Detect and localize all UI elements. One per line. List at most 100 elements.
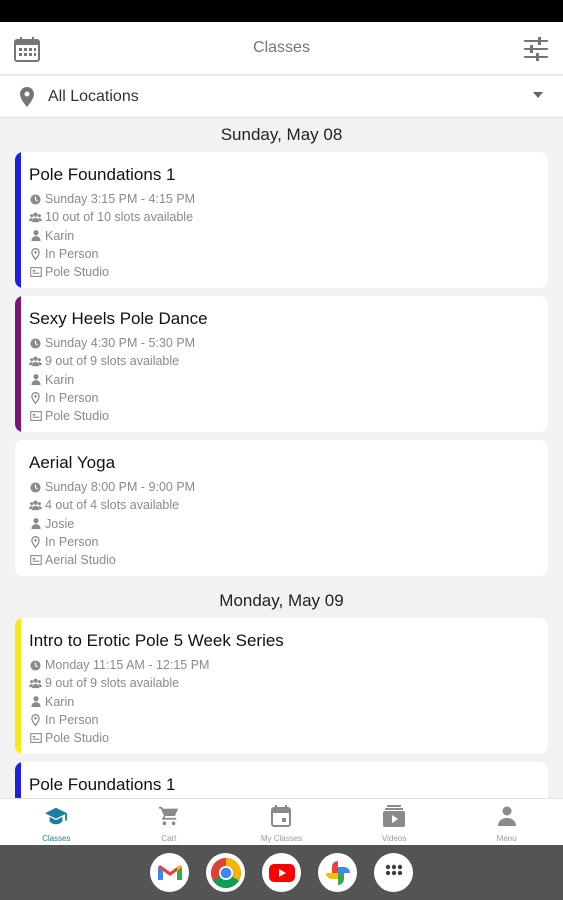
class-name: Pole Foundations 1 [29, 165, 176, 184]
class-room: Pole Studio [45, 265, 109, 280]
calendar-icon [270, 805, 292, 827]
calendar-icon[interactable] [12, 34, 42, 64]
class-name: Sexy Heels Pole Dance [29, 309, 208, 328]
clock-icon [29, 659, 42, 672]
location-pin-icon [29, 714, 42, 727]
users-icon [29, 499, 42, 512]
users-icon [29, 211, 42, 224]
class-name: Intro to Erotic Pole 5 Week Series [29, 631, 284, 650]
class-card[interactable]: Pole Foundations 1 [15, 762, 548, 798]
app-drawer-icon[interactable] [374, 853, 413, 892]
class-card[interactable]: Sexy Heels Pole Dance Sunday 4:30 PM - 5:… [15, 296, 548, 432]
chrome-icon[interactable] [206, 853, 245, 892]
class-instructor-row: Karin [29, 371, 548, 389]
class-slots: 9 out of 9 slots available [45, 354, 180, 369]
chevron-down-icon [533, 92, 543, 98]
class-slots: 9 out of 9 slots available [45, 676, 180, 691]
nav-label: Menu [496, 834, 517, 843]
class-time: Monday 11:15 AM - 12:15 PM [45, 658, 210, 673]
class-card[interactable]: Pole Foundations 1 Sunday 3:15 PM - 4:15 … [15, 152, 548, 288]
class-room-row: Pole Studio [29, 263, 548, 281]
class-time: Sunday 3:15 PM - 4:15 PM [45, 192, 196, 207]
user-icon [29, 517, 42, 530]
nav-label: Classes [42, 834, 71, 843]
clock-icon [29, 337, 42, 350]
clock-icon [29, 193, 42, 206]
class-instructor-row: Josie [29, 515, 548, 533]
user-icon [29, 373, 42, 386]
location-pin-icon [29, 248, 42, 261]
card-accent-bar [15, 296, 21, 432]
app-header: Classes [0, 22, 563, 75]
class-slots-row: 9 out of 9 slots available [29, 674, 548, 692]
class-time: Sunday 8:00 PM - 9:00 PM [45, 480, 196, 495]
room-icon [29, 554, 42, 567]
video-library-icon [383, 805, 406, 827]
class-instructor: Karin [45, 694, 75, 709]
class-mode: In Person [45, 535, 99, 550]
nav-item-menu[interactable]: Menu [450, 799, 563, 845]
class-instructor: Josie [45, 516, 75, 531]
page-title: Classes [253, 39, 310, 56]
class-time-row: Sunday 4:30 PM - 5:30 PM [29, 334, 548, 352]
class-slots: 10 out of 10 slots available [45, 210, 194, 225]
class-time-row: Sunday 8:00 PM - 9:00 PM [29, 478, 548, 496]
nav-label: Cart [161, 834, 177, 843]
class-instructor: Karin [45, 228, 75, 243]
class-list[interactable]: Sunday, May 08 Pole Foundations 1 Sunday 3… [0, 118, 563, 798]
location-pin-icon [29, 392, 42, 405]
room-icon [29, 410, 42, 423]
day-header: Sunday, May 08 [220, 125, 343, 144]
users-icon [29, 677, 42, 690]
class-slots-row: 10 out of 10 slots available [29, 208, 548, 226]
system-dock [0, 845, 563, 900]
filter-sliders-icon[interactable] [521, 34, 551, 64]
class-mode-row: In Person [29, 711, 548, 729]
class-mode: In Person [45, 391, 99, 406]
class-mode: In Person [45, 247, 99, 262]
nav-label: My Classes [260, 834, 303, 843]
class-mode-row: In Person [29, 389, 548, 407]
class-slots: 4 out of 4 slots available [45, 498, 180, 513]
card-accent-bar [15, 618, 21, 754]
class-name: Aerial Yoga [29, 453, 116, 472]
location-selector[interactable]: All Locations [0, 76, 563, 118]
class-instructor-row: Karin [29, 227, 548, 245]
nav-item-cart[interactable]: Cart [113, 799, 226, 845]
nav-item-classes[interactable]: Classes [0, 799, 113, 845]
user-icon [29, 695, 42, 708]
class-room-row: Pole Studio [29, 729, 548, 747]
class-room-row: Aerial Studio [29, 551, 548, 569]
class-slots-row: 4 out of 4 slots available [29, 496, 548, 514]
bottom-nav: Classes Cart My Classes Videos Menu [0, 798, 563, 845]
class-mode-row: In Person [29, 245, 548, 263]
class-card[interactable]: Aerial Yoga Sunday 8:00 PM - 9:00 PM 4 out… [15, 440, 548, 576]
photos-icon[interactable] [318, 853, 357, 892]
class-card[interactable]: Intro to Erotic Pole 5 Week Series Monday… [15, 618, 548, 754]
graduation-cap-icon [45, 805, 68, 827]
class-room: Pole Studio [45, 731, 109, 746]
user-icon [29, 229, 42, 242]
card-accent-bar [15, 762, 21, 798]
cart-icon [158, 805, 180, 827]
class-instructor: Karin [45, 372, 75, 387]
location-label: All Locations [48, 87, 139, 105]
day-header: Monday, May 09 [219, 591, 344, 610]
nav-item-videos[interactable]: Videos [338, 799, 451, 845]
room-icon [29, 266, 42, 279]
nav-item-my-classes[interactable]: My Classes [225, 799, 338, 845]
card-accent-bar [15, 440, 21, 576]
class-time: Sunday 4:30 PM - 5:30 PM [45, 336, 196, 351]
class-time-row: Sunday 3:15 PM - 4:15 PM [29, 190, 548, 208]
users-icon [29, 355, 42, 368]
class-mode-row: In Person [29, 533, 548, 551]
class-slots-row: 9 out of 9 slots available [29, 352, 548, 370]
gmail-icon[interactable] [150, 853, 189, 892]
location-pin-icon [29, 536, 42, 549]
location-pin-icon [18, 86, 36, 108]
class-room-row: Pole Studio [29, 407, 548, 425]
nav-label: Videos [381, 834, 407, 843]
youtube-icon[interactable] [262, 853, 301, 892]
clock-icon [29, 481, 42, 494]
status-bar [0, 0, 563, 22]
